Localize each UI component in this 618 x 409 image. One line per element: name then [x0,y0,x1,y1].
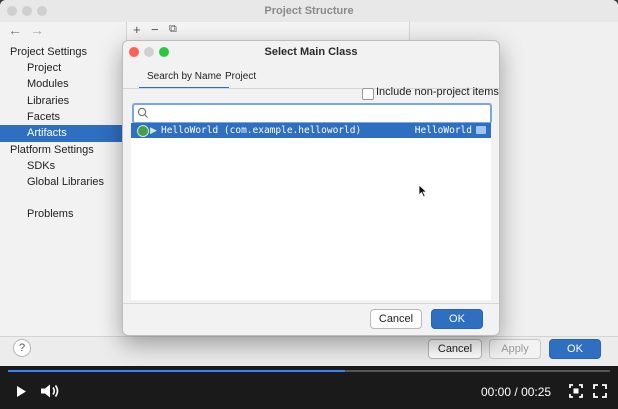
window-title: Project Structure [264,5,354,17]
forward-arrow-icon[interactable]: → [30,22,44,38]
time-separator: / [514,385,518,399]
dialog-footer-divider [123,303,499,304]
duration: 00:25 [521,385,552,399]
captions-icon[interactable] [569,384,583,398]
cancel-button[interactable]: Cancel [428,339,482,359]
dialog-title: Select Main Class [264,46,358,58]
remove-icon[interactable]: − [151,22,159,37]
progress-fill [8,370,346,372]
help-button[interactable]: ? [13,339,31,357]
apply-button[interactable]: Apply [489,339,541,359]
search-input[interactable] [154,105,484,120]
select-main-class-dialog: Select Main Class Search by Name Project… [122,40,500,336]
include-non-project-label: Include non-project items [376,86,499,98]
window-footer: ? Cancel Apply OK [0,336,618,366]
add-icon[interactable]: + [133,22,141,37]
current-time: 00:00 [481,385,512,399]
module-name-text: HelloWorld [414,125,472,136]
dialog-ok-button[interactable]: OK [431,309,483,329]
class-name-text: HelloWorld (com.example.helloworld) [161,125,362,136]
tab-project[interactable]: Project [225,68,256,86]
time-display: 00:00 / 00:25 [481,385,551,399]
settings-sidebar: ← → Project Settings Project Modules Libr… [0,22,153,336]
sidebar-heading-platform-settings: Platform Settings [10,144,94,156]
video-player-controls: 00:00 / 00:25 [0,366,618,409]
class-results-list: ▶ HelloWorld (com.example.helloworld) He… [131,123,491,300]
window-titlebar: Project Structure [0,0,618,23]
nav-arrows: ← → [8,22,52,38]
play-icon[interactable] [15,385,27,398]
sidebar-heading-project-settings: Project Settings [10,46,88,58]
class-icon [137,125,149,137]
progress-bar[interactable] [8,370,610,372]
mouse-pointer-icon [418,184,428,198]
back-arrow-icon[interactable]: ← [8,22,22,38]
include-non-project-checkbox[interactable] [362,88,374,100]
fullscreen-icon[interactable] [593,384,607,398]
dialog-cancel-button[interactable]: Cancel [370,309,422,329]
run-marker-icon: ▶ [150,125,157,135]
copy-icon[interactable]: ⧉ [169,23,177,36]
search-icon [137,107,148,118]
module-folder-icon [476,126,486,134]
class-search-field[interactable] [132,103,492,124]
ok-button[interactable]: OK [549,339,601,359]
list-item[interactable]: ▶ HelloWorld (com.example.helloworld) He… [131,123,491,138]
tab-search-by-name[interactable]: Search by Name [138,68,231,89]
volume-icon[interactable] [40,383,60,399]
